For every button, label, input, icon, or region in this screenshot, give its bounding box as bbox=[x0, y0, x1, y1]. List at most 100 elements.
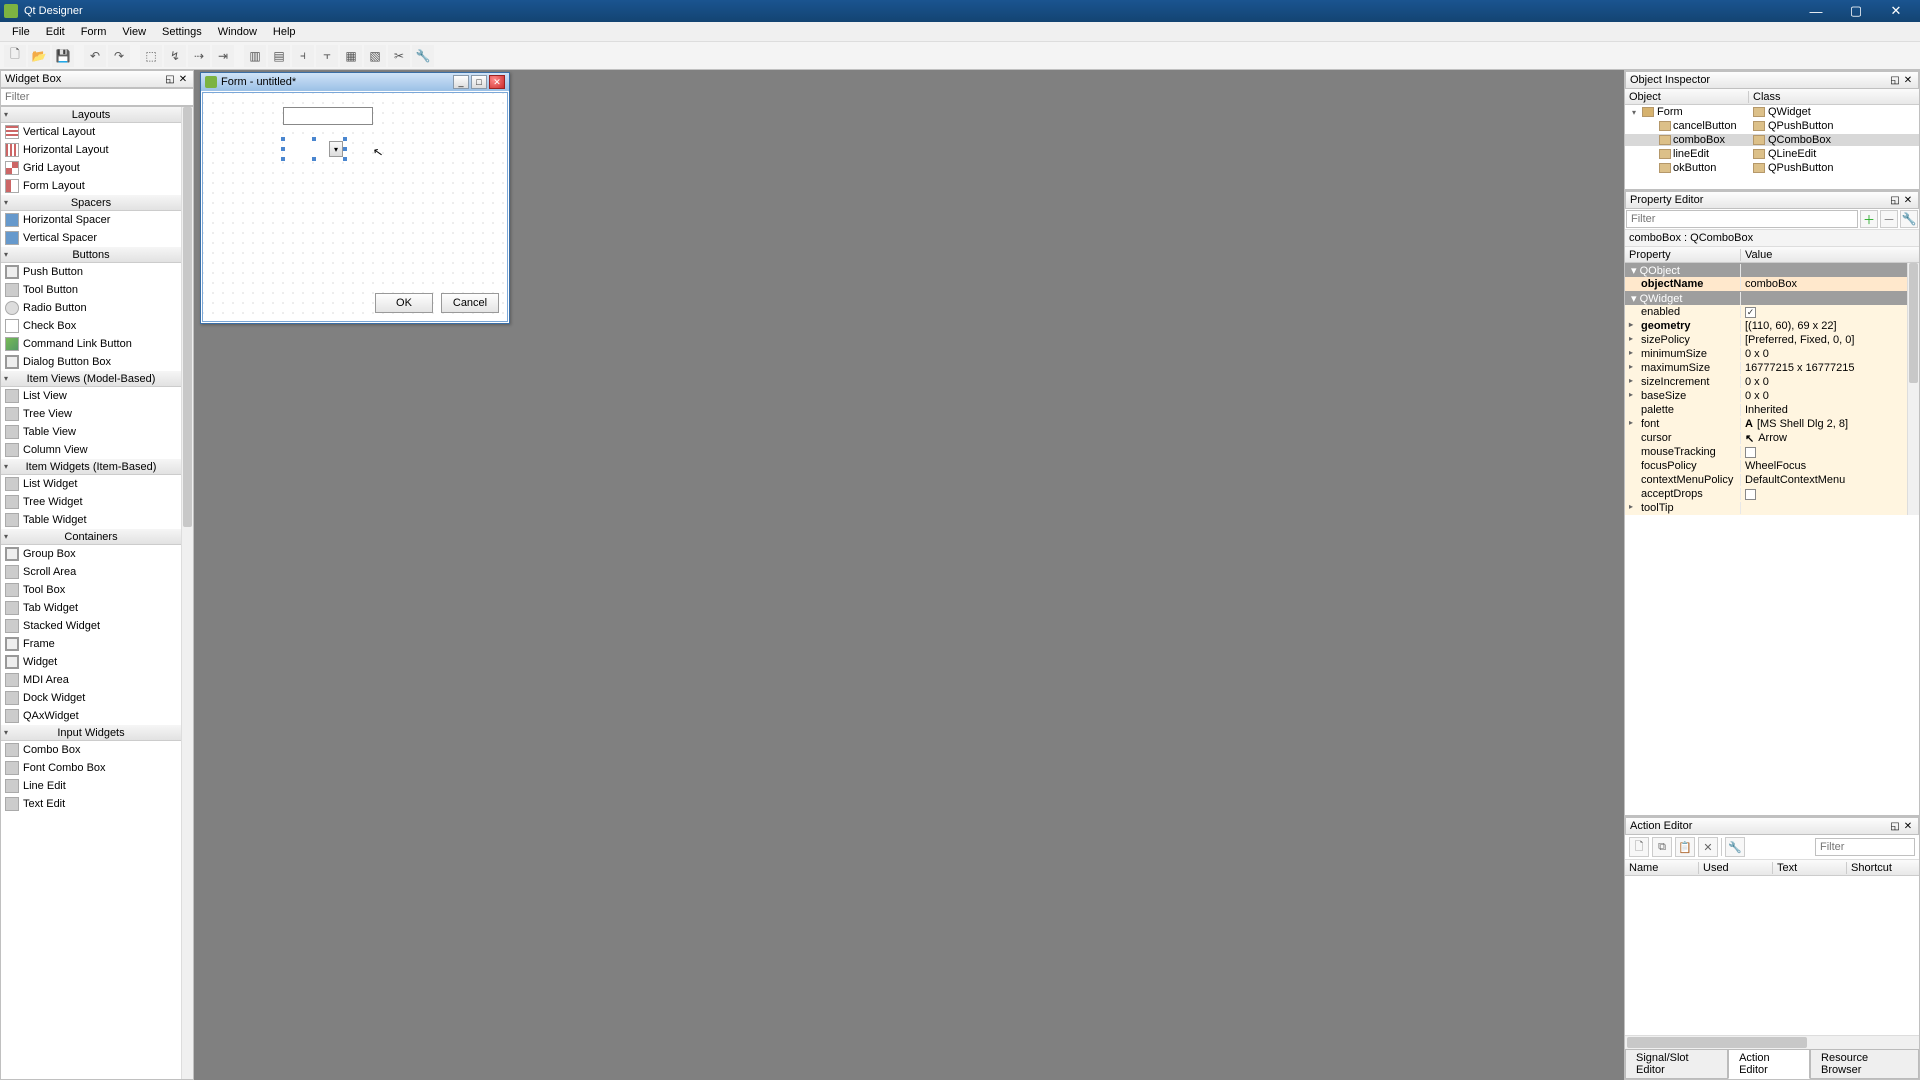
property-group[interactable]: ▾ QObject bbox=[1625, 263, 1907, 277]
property-group[interactable]: ▾ QWidget bbox=[1625, 291, 1907, 305]
property-row[interactable]: baseSize0 x 0 bbox=[1625, 389, 1907, 403]
menu-edit[interactable]: Edit bbox=[38, 26, 73, 38]
form-canvas[interactable]: ▾ ↖ OK Cancel bbox=[202, 92, 508, 322]
widget-item[interactable]: Font Combo Box bbox=[1, 759, 181, 777]
widget-item[interactable]: Tool Button bbox=[1, 281, 181, 299]
layout-vs-icon[interactable]: ⫟ bbox=[316, 45, 338, 67]
menu-window[interactable]: Window bbox=[210, 26, 265, 38]
action-filter[interactable] bbox=[1815, 838, 1915, 856]
redo-icon[interactable]: ↷ bbox=[108, 45, 130, 67]
widget-box-filter[interactable] bbox=[0, 88, 194, 106]
form-minimize-icon[interactable]: _ bbox=[453, 75, 469, 89]
property-scrollbar[interactable] bbox=[1907, 263, 1919, 515]
dock-close-icon[interactable]: ✕ bbox=[177, 74, 189, 85]
widget-item[interactable]: Check Box bbox=[1, 317, 181, 335]
form-titlebar[interactable]: Form - untitled* _ □ ✕ bbox=[201, 73, 509, 91]
layout-form-icon[interactable]: ▧ bbox=[364, 45, 386, 67]
copy-action-icon[interactable]: ⧉ bbox=[1652, 837, 1672, 857]
combobox-dropdown-icon[interactable]: ▾ bbox=[329, 141, 343, 157]
property-row[interactable]: paletteInherited bbox=[1625, 403, 1907, 417]
widget-item[interactable]: Table View bbox=[1, 423, 181, 441]
mdi-area[interactable]: Form - untitled* _ □ ✕ ▾ ↖ OK Cancel bbox=[194, 70, 1624, 1080]
form-maximize-icon[interactable]: □ bbox=[471, 75, 487, 89]
category-header[interactable]: Item Views (Model-Based) bbox=[1, 371, 181, 387]
widget-item[interactable]: Horizontal Layout bbox=[1, 141, 181, 159]
bottom-tab[interactable]: Signal/Slot Editor bbox=[1625, 1049, 1728, 1079]
widget-box-scrollbar[interactable] bbox=[181, 107, 193, 1079]
add-dynamic-property-icon[interactable]: ＋ bbox=[1860, 210, 1878, 228]
edit-widgets-icon[interactable]: ⬚ bbox=[140, 45, 162, 67]
property-row[interactable]: cursor↖Arrow bbox=[1625, 431, 1907, 445]
widget-item[interactable]: Command Link Button bbox=[1, 335, 181, 353]
form-cancel-button[interactable]: Cancel bbox=[441, 293, 499, 313]
widget-item[interactable]: Dock Widget bbox=[1, 689, 181, 707]
object-row[interactable]: lineEditQLineEdit bbox=[1625, 147, 1919, 161]
dock-close-icon[interactable]: ✕ bbox=[1902, 821, 1914, 832]
widget-item[interactable]: Column View bbox=[1, 441, 181, 459]
widget-item[interactable]: Tree View bbox=[1, 405, 181, 423]
undo-icon[interactable]: ↶ bbox=[84, 45, 106, 67]
widget-item[interactable]: Text Edit bbox=[1, 795, 181, 813]
lineedit-widget[interactable] bbox=[283, 107, 373, 125]
dock-float-icon[interactable]: ◱ bbox=[1889, 75, 1901, 86]
menu-help[interactable]: Help bbox=[265, 26, 304, 38]
widget-item[interactable]: Frame bbox=[1, 635, 181, 653]
form-close-icon[interactable]: ✕ bbox=[489, 75, 505, 89]
widget-item[interactable]: QAxWidget bbox=[1, 707, 181, 725]
edit-buddies-icon[interactable]: ⇢ bbox=[188, 45, 210, 67]
widget-item[interactable]: Dialog Button Box bbox=[1, 353, 181, 371]
bottom-tab[interactable]: Resource Browser bbox=[1810, 1049, 1919, 1079]
widget-item[interactable]: Table Widget bbox=[1, 511, 181, 529]
object-row[interactable]: comboBoxQComboBox bbox=[1625, 133, 1919, 147]
property-row[interactable]: objectNamecomboBox bbox=[1625, 277, 1907, 291]
menu-form[interactable]: Form bbox=[73, 26, 115, 38]
adjust-size-icon[interactable]: 🔧 bbox=[412, 45, 434, 67]
layout-hs-icon[interactable]: ⫞ bbox=[292, 45, 314, 67]
widget-item[interactable]: Tree Widget bbox=[1, 493, 181, 511]
layout-grid-icon[interactable]: ▦ bbox=[340, 45, 362, 67]
category-header[interactable]: Spacers bbox=[1, 195, 181, 211]
delete-action-icon[interactable]: ✕ bbox=[1698, 837, 1718, 857]
property-row[interactable]: toolTip bbox=[1625, 501, 1907, 515]
minimize-button[interactable]: ― bbox=[1796, 0, 1836, 22]
widget-item[interactable]: Form Layout bbox=[1, 177, 181, 195]
widget-item[interactable]: MDI Area bbox=[1, 671, 181, 689]
paste-action-icon[interactable]: 📋 bbox=[1675, 837, 1695, 857]
widget-item[interactable]: Tool Box bbox=[1, 581, 181, 599]
property-row[interactable]: fontA[MS Shell Dlg 2, 8] bbox=[1625, 417, 1907, 431]
property-row[interactable]: acceptDrops bbox=[1625, 487, 1907, 501]
maximize-button[interactable]: ▢ bbox=[1836, 0, 1876, 22]
configure-action-icon[interactable]: 🔧 bbox=[1725, 837, 1745, 857]
widget-item[interactable]: Vertical Spacer bbox=[1, 229, 181, 247]
property-filter[interactable] bbox=[1626, 210, 1858, 228]
object-row[interactable]: ▾FormQWidget bbox=[1625, 105, 1919, 119]
action-hscrollbar[interactable] bbox=[1625, 1035, 1919, 1049]
property-row[interactable]: maximumSize16777215 x 16777215 bbox=[1625, 361, 1907, 375]
widget-item[interactable]: Widget bbox=[1, 653, 181, 671]
dock-close-icon[interactable]: ✕ bbox=[1902, 75, 1914, 86]
layout-h-icon[interactable]: ▥ bbox=[244, 45, 266, 67]
widget-item[interactable]: Group Box bbox=[1, 545, 181, 563]
widget-item[interactable]: List Widget bbox=[1, 475, 181, 493]
edit-signals-icon[interactable]: ↯ bbox=[164, 45, 186, 67]
menu-settings[interactable]: Settings bbox=[154, 26, 210, 38]
property-row[interactable]: minimumSize0 x 0 bbox=[1625, 347, 1907, 361]
category-header[interactable]: Buttons bbox=[1, 247, 181, 263]
save-file-icon[interactable]: 💾 bbox=[52, 45, 74, 67]
widget-item[interactable]: Radio Button bbox=[1, 299, 181, 317]
property-row[interactable]: sizeIncrement0 x 0 bbox=[1625, 375, 1907, 389]
new-file-icon[interactable]: 🗋 bbox=[4, 45, 26, 67]
category-header[interactable]: Item Widgets (Item-Based) bbox=[1, 459, 181, 475]
dock-close-icon[interactable]: ✕ bbox=[1902, 195, 1914, 206]
bottom-tab[interactable]: Action Editor bbox=[1728, 1049, 1810, 1079]
category-header[interactable]: Containers bbox=[1, 529, 181, 545]
action-list[interactable] bbox=[1625, 876, 1919, 1035]
dock-float-icon[interactable]: ◱ bbox=[164, 74, 176, 85]
menu-view[interactable]: View bbox=[114, 26, 154, 38]
dock-float-icon[interactable]: ◱ bbox=[1889, 821, 1901, 832]
category-header[interactable]: Input Widgets bbox=[1, 725, 181, 741]
property-config-icon[interactable]: 🔧 bbox=[1900, 210, 1918, 228]
category-header[interactable]: Layouts bbox=[1, 107, 181, 123]
break-layout-icon[interactable]: ✂ bbox=[388, 45, 410, 67]
widget-item[interactable]: Stacked Widget bbox=[1, 617, 181, 635]
